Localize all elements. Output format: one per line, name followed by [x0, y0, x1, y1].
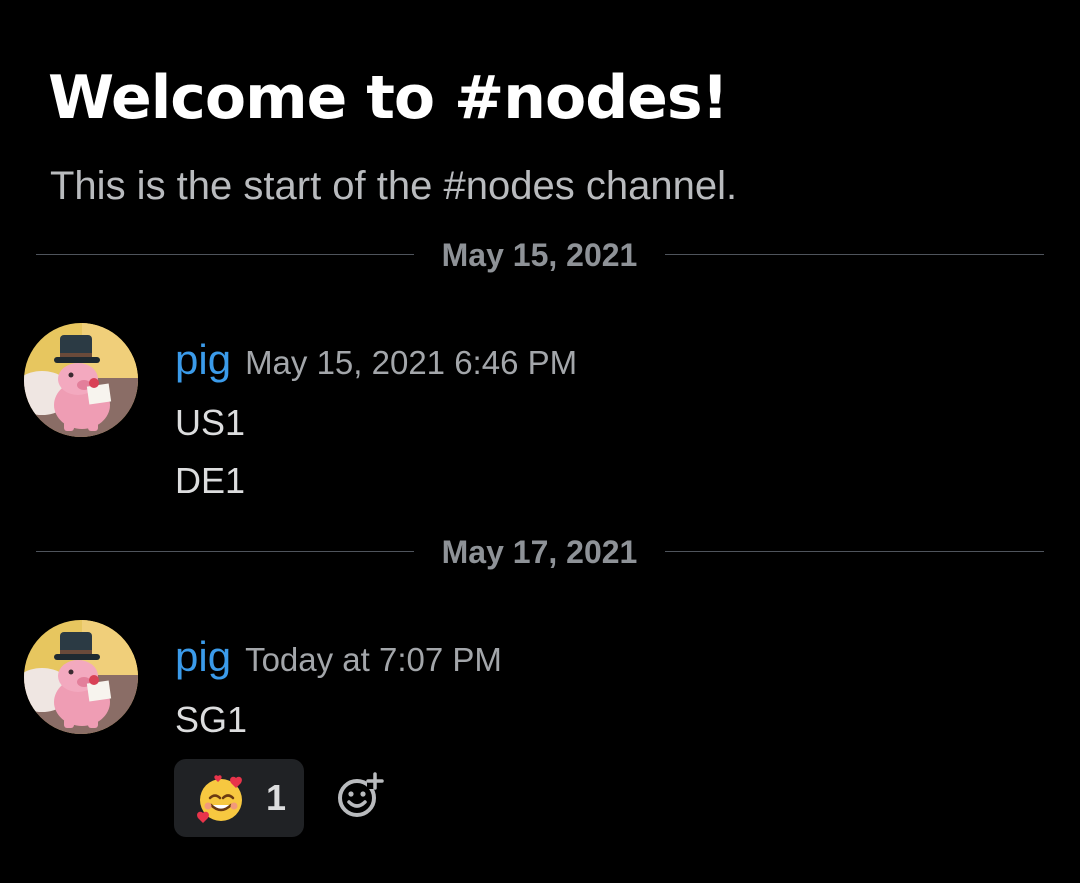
divider-line: [665, 551, 1044, 552]
divider-line: [36, 551, 414, 552]
pig-avatar[interactable]: [24, 620, 138, 734]
message-timestamp: Today at 7:07 PM: [245, 641, 502, 678]
chat-view: Welcome to #nodes! This is the start of …: [0, 0, 1080, 883]
date-divider: May 17, 2021: [36, 532, 1044, 572]
add-reaction-icon[interactable]: [334, 771, 384, 821]
reaction-count[interactable]: 1: [266, 759, 286, 837]
date-divider: May 15, 2021: [36, 235, 1044, 275]
divider-date: May 17, 2021: [441, 534, 638, 570]
smiling-face-with-hearts-emoji: [197, 775, 242, 823]
welcome-subtitle: This is the start of the #nodes channel.: [50, 164, 738, 208]
avatar-image: [24, 620, 138, 734]
message-header: pig Today at 7:07 PM: [175, 632, 502, 682]
author-name[interactable]: pig: [175, 633, 231, 680]
message-timestamp: May 15, 2021 6:46 PM: [245, 344, 578, 381]
welcome-title: Welcome to #nodes!: [48, 63, 729, 133]
message-line: US1: [175, 402, 246, 443]
message-line: SG1: [175, 699, 248, 740]
divider-line: [665, 254, 1044, 255]
message-header: pig May 15, 2021 6:46 PM: [175, 335, 577, 385]
divider-date: May 15, 2021: [441, 237, 638, 273]
message[interactable]: pig May 15, 2021 6:46 PM US1 DE1: [0, 323, 1080, 503]
avatar-image: [24, 323, 138, 437]
message[interactable]: pig Today at 7:07 PM SG1 1: [0, 620, 1080, 840]
divider-line: [36, 254, 414, 255]
message-line: DE1: [175, 460, 246, 501]
author-name[interactable]: pig: [175, 336, 231, 383]
pig-avatar[interactable]: [24, 323, 138, 437]
